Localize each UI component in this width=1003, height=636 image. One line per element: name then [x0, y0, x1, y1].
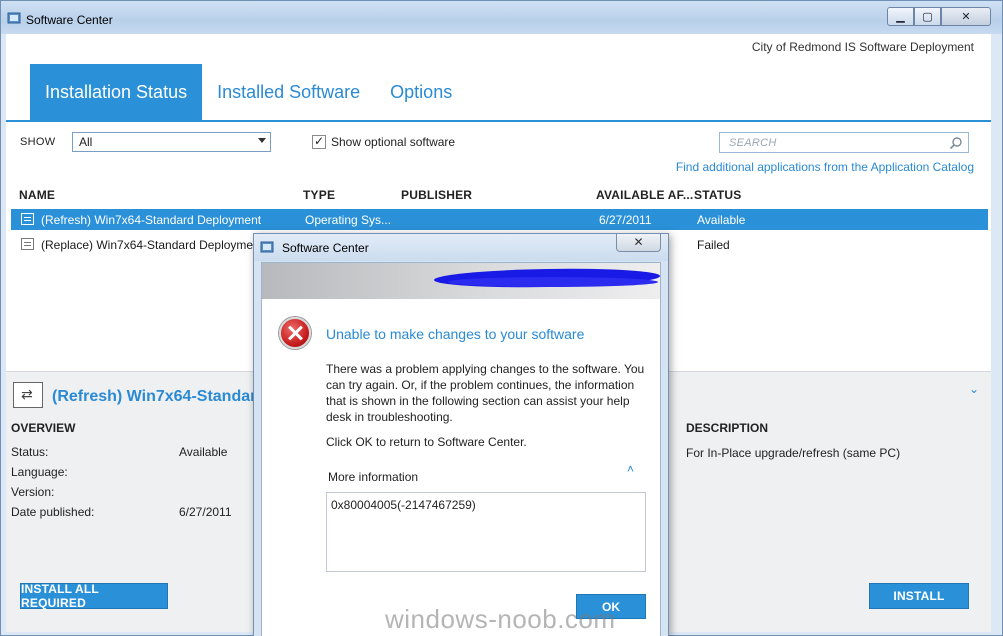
column-header-type[interactable]: TYPE: [303, 188, 335, 202]
dialog-banner: [262, 263, 660, 299]
organization-name: City of Redmond IS Software Deployment: [751, 40, 974, 54]
dialog-title: Software Center: [282, 241, 369, 255]
show-optional-checkbox[interactable]: ✓: [312, 135, 326, 149]
dialog-body: Unable to make changes to your software …: [261, 262, 661, 636]
error-details-box[interactable]: 0x80004005(-2147467259): [326, 492, 646, 572]
deployment-icon: [21, 213, 34, 225]
dialog-title-bar[interactable]: Software Center ✕: [254, 234, 668, 261]
column-header-name[interactable]: NAME: [19, 188, 55, 202]
deployment-large-icon: [13, 382, 43, 408]
install-all-required-button[interactable]: INSTALL ALL REQUIRED: [20, 582, 168, 610]
tab-divider: [6, 120, 991, 122]
tab-installation-status[interactable]: Installation Status: [30, 64, 203, 120]
show-filter-value: All: [79, 135, 93, 149]
column-header-available-after[interactable]: AVAILABLE AF...: [596, 188, 693, 202]
watermark: windows-noob.com: [385, 604, 616, 634]
show-label: SHOW: [20, 136, 56, 148]
show-filter-dropdown[interactable]: All: [72, 132, 271, 152]
show-optional-label[interactable]: Show optional software: [331, 135, 455, 149]
column-header-publisher[interactable]: PUBLISHER: [401, 188, 472, 202]
date-published-label: Date published:: [11, 505, 95, 519]
row-type: Operating Sys...: [305, 213, 392, 227]
deployment-icon: [21, 238, 34, 250]
error-code: 0x80004005(-2147467259): [331, 498, 476, 512]
window-title: Software Center: [26, 13, 113, 27]
minimize-icon: ▁: [896, 11, 905, 23]
tab-installed-software[interactable]: Installed Software: [202, 64, 375, 120]
status-value: Available: [179, 445, 228, 459]
version-label: Version:: [11, 485, 55, 499]
software-center-icon: [7, 12, 21, 24]
description-heading: DESCRIPTION: [686, 421, 769, 435]
status-label: Status:: [11, 445, 49, 459]
table-row[interactable]: (Refresh) Win7x64-Standard Deployment Op…: [11, 209, 988, 230]
row-status: Available: [697, 213, 746, 227]
overview-heading: OVERVIEW: [11, 421, 76, 435]
date-published-value: 6/27/2011: [179, 505, 232, 519]
close-icon: ✕: [633, 235, 644, 249]
software-center-icon: [260, 241, 274, 253]
error-heading: Unable to make changes to your software: [326, 326, 585, 342]
row-name: (Replace) Win7x64-Standard Deployment: [41, 238, 264, 252]
close-icon: ✕: [961, 11, 971, 23]
search-icon[interactable]: [949, 136, 963, 150]
tab-options[interactable]: Options: [375, 64, 467, 120]
minimize-button[interactable]: ▁: [887, 7, 914, 26]
error-dialog: Software Center ✕ Unable to make changes…: [253, 233, 669, 636]
row-name: (Refresh) Win7x64-Standard Deployment: [41, 213, 262, 227]
description-text: For In-Place upgrade/refresh (same PC): [686, 446, 901, 460]
redaction-scribble: [448, 277, 658, 287]
error-message: There was a problem applying changes to …: [326, 362, 645, 424]
title-bar[interactable]: Software Center ▁ ▢ ✕: [1, 1, 1002, 34]
maximize-button[interactable]: ▢: [914, 7, 941, 26]
dropdown-arrow-icon: [258, 138, 266, 143]
maximize-icon: ▢: [922, 11, 933, 23]
install-button[interactable]: INSTALL: [869, 583, 969, 609]
dialog-close-button[interactable]: ✕: [616, 234, 661, 252]
collapse-chevron-icon[interactable]: ˄: [627, 462, 634, 476]
language-label: Language:: [11, 465, 68, 479]
more-information-label: More information: [328, 470, 419, 484]
details-title: (Refresh) Win7x64-Standar: [52, 388, 257, 405]
application-catalog-link[interactable]: Find additional applications from the Ap…: [676, 160, 974, 174]
ok-instruction: Click OK to return to Software Center.: [326, 435, 527, 449]
tab-bar: Installation Status Installed Software O…: [30, 64, 467, 120]
collapse-chevron-icon[interactable]: ⌄: [969, 382, 979, 396]
error-icon: [279, 317, 311, 349]
column-header-status[interactable]: STATUS: [694, 188, 741, 202]
search-placeholder: SEARCH: [729, 137, 777, 149]
row-status: Failed: [697, 238, 730, 252]
row-available: 6/27/2011: [599, 213, 652, 227]
close-button[interactable]: ✕: [941, 7, 991, 26]
search-input[interactable]: SEARCH: [719, 132, 969, 153]
